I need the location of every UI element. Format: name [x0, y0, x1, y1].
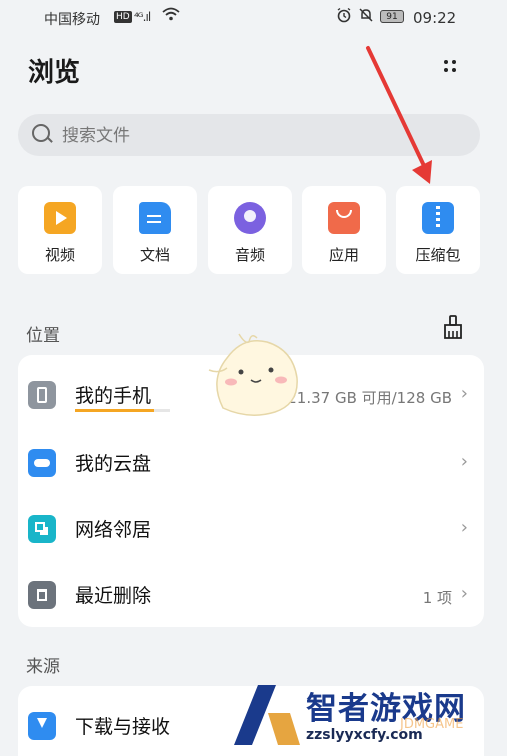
category-label: 文档	[139, 246, 170, 264]
download-icon	[28, 712, 56, 740]
location-label: 网络邻居	[75, 519, 152, 541]
section-heading-location: 位置	[26, 326, 60, 346]
battery-icon: 91	[380, 10, 404, 23]
deleted-count: 1 项	[422, 589, 452, 607]
storage-usage-bar	[75, 409, 170, 412]
chevron-right-icon: ›	[460, 517, 468, 538]
alarm-icon	[336, 7, 352, 27]
watermark-logo-icon	[234, 685, 300, 745]
category-label: 应用	[328, 246, 359, 264]
chevron-right-icon: ›	[460, 383, 468, 404]
carrier-label: 中国移动	[44, 12, 100, 28]
search-input[interactable]	[60, 122, 464, 150]
category-archive[interactable]: 压缩包	[396, 186, 480, 274]
source-label: 下载与接收	[75, 716, 171, 738]
category-label: 视频	[44, 246, 75, 264]
status-bar: 中国移动 HD ⁴ᴳ.ıl 91 09:22	[0, 0, 507, 34]
search-icon	[32, 124, 50, 142]
location-row-network[interactable]: 网络邻居 ›	[18, 493, 484, 557]
site-watermark: 智者游戏网 JDMGAME zzslyyxcfy.com	[230, 683, 507, 747]
video-icon	[44, 202, 76, 234]
page-title: 浏览	[28, 58, 81, 88]
category-video[interactable]: 视频	[18, 186, 102, 274]
document-icon	[139, 202, 171, 234]
clock-time: 09:22	[413, 9, 457, 27]
watermark-url: zzslyyxcfy.com	[306, 727, 423, 743]
cloud-icon	[28, 449, 56, 477]
more-options-icon[interactable]	[438, 54, 462, 78]
category-grid: 视频 文档 音频 应用 压缩包	[18, 186, 482, 274]
category-audio[interactable]: 音频	[208, 186, 292, 274]
chevron-right-icon: ›	[460, 583, 468, 604]
category-label: 压缩包	[415, 246, 461, 264]
wifi-icon	[162, 6, 180, 26]
hd-badge: HD	[114, 11, 132, 23]
clean-brush-icon[interactable]	[440, 314, 466, 340]
app-bag-icon	[328, 202, 360, 234]
phone-icon	[28, 381, 56, 409]
category-document[interactable]: 文档	[113, 186, 197, 274]
chevron-right-icon: ›	[460, 451, 468, 472]
section-heading-source: 来源	[26, 657, 60, 677]
category-app[interactable]: 应用	[302, 186, 386, 274]
mascot-watermark-image	[208, 333, 298, 416]
trash-icon	[28, 581, 56, 609]
search-bar[interactable]	[18, 114, 480, 156]
location-label: 我的手机	[75, 385, 152, 407]
location-row-cloud[interactable]: 我的云盘 ›	[18, 427, 484, 491]
mute-bell-icon	[358, 7, 374, 27]
zip-icon	[422, 202, 454, 234]
location-label: 我的云盘	[75, 453, 152, 475]
storage-value: 21.37 GB 可用/128 GB	[287, 389, 452, 407]
network-icon	[28, 515, 56, 543]
category-label: 音频	[234, 246, 265, 264]
storage-usage-fill	[75, 409, 154, 412]
music-icon	[234, 202, 266, 234]
location-label: 最近删除	[75, 585, 152, 607]
signal-icon: ⁴ᴳ.ıl	[134, 10, 151, 24]
location-row-recently-deleted[interactable]: 最近删除 1 项 ›	[18, 559, 484, 623]
